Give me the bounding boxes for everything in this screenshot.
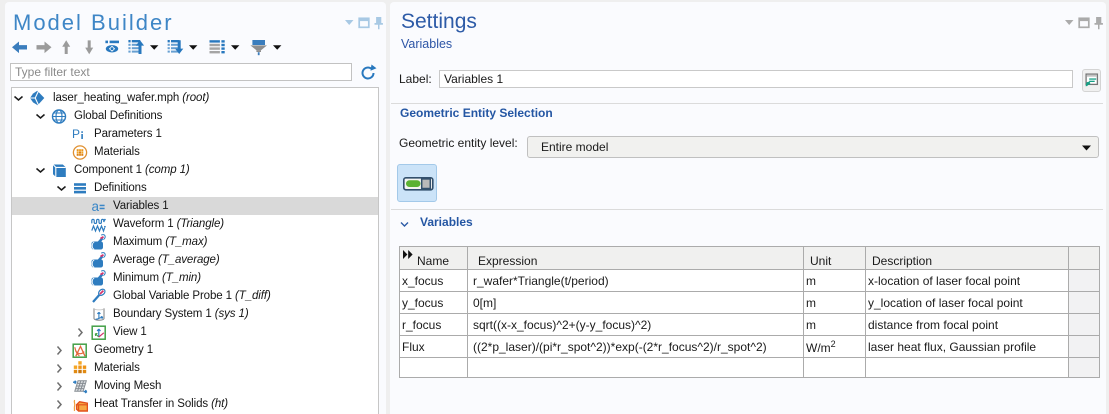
svg-text:a: a: [92, 199, 100, 214]
svg-text:P: P: [72, 127, 80, 141]
